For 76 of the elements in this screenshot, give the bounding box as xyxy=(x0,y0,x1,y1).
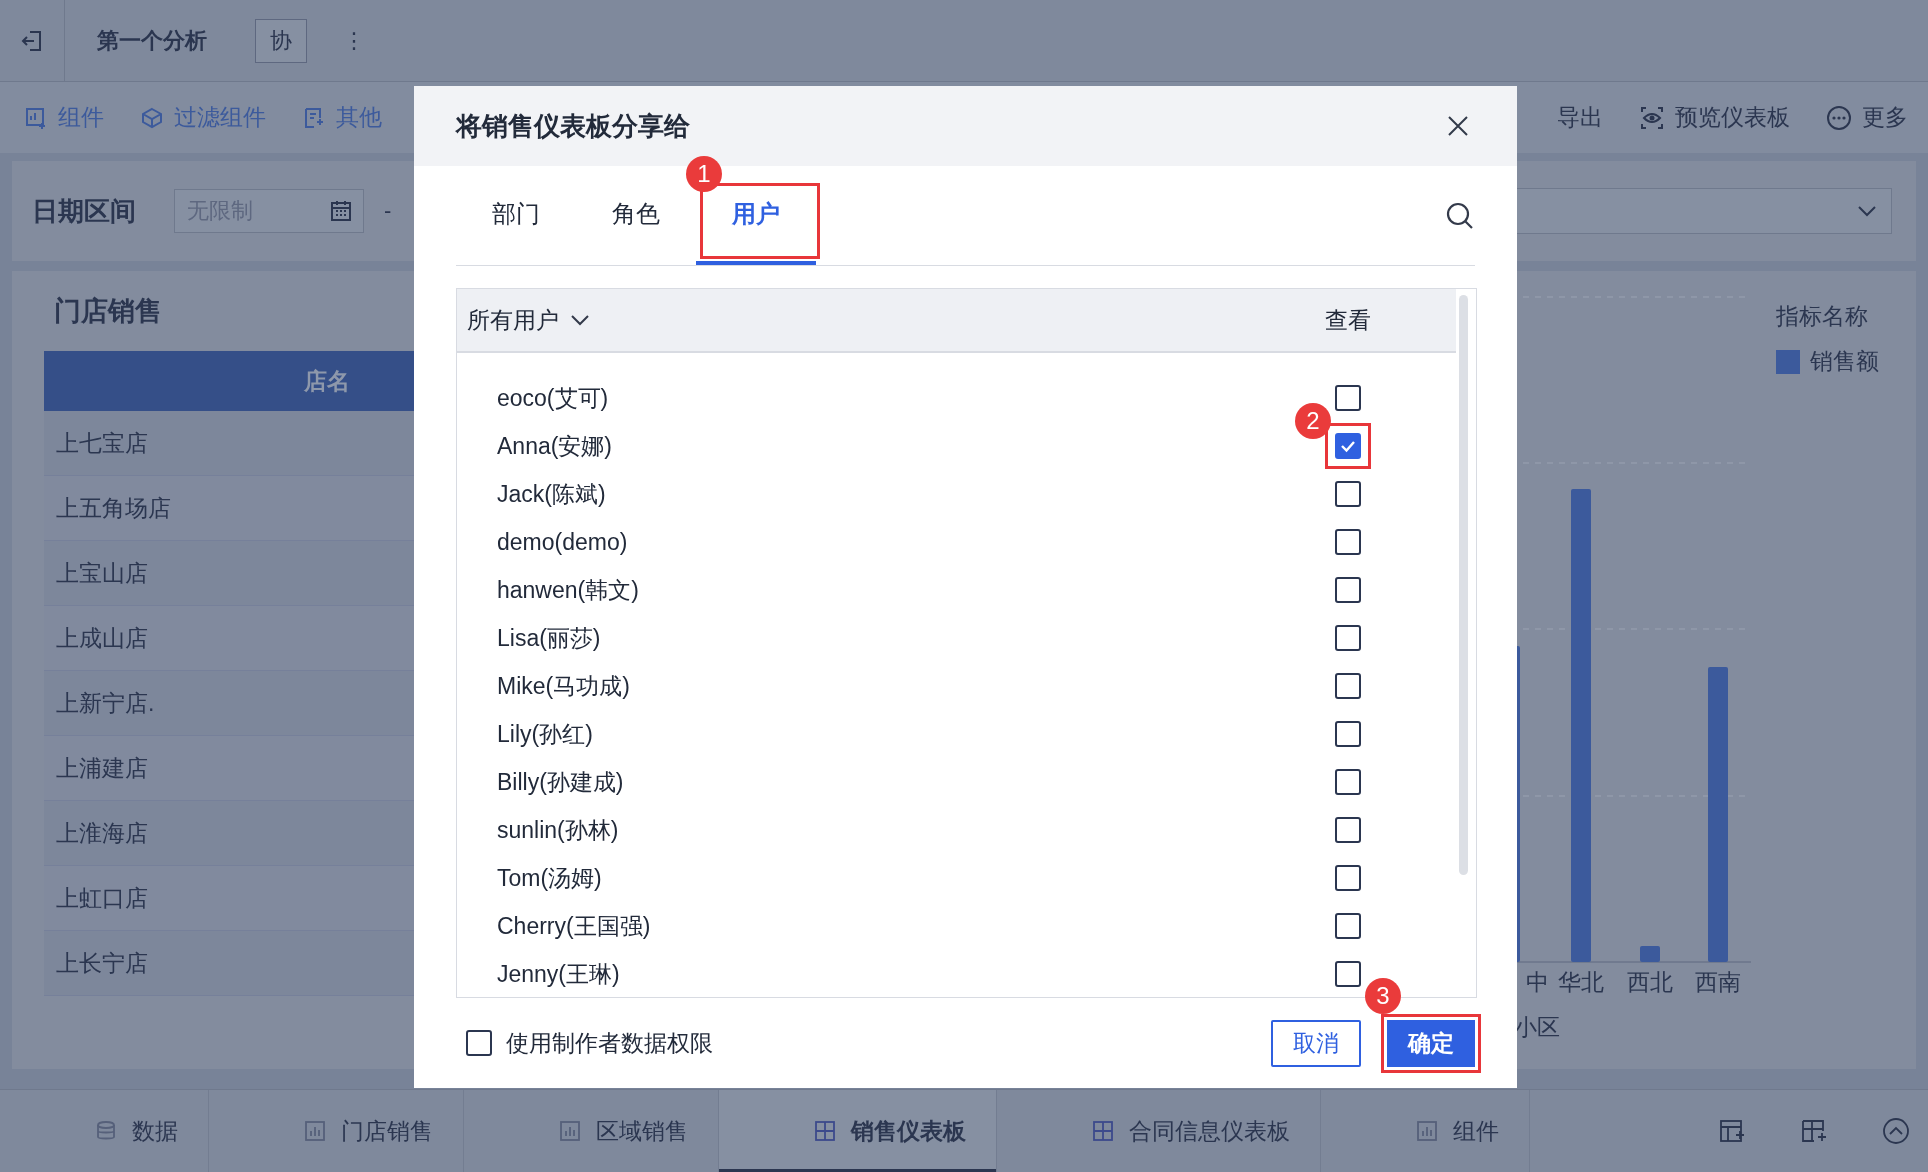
view-checkbox[interactable] xyxy=(1335,865,1361,891)
bar-chart-icon xyxy=(303,1119,327,1143)
exit-icon[interactable] xyxy=(20,28,44,53)
user-name: hanwen(韩文) xyxy=(496,575,640,605)
toolbar-button[interactable]: 预览仪表板 xyxy=(1639,102,1790,133)
user-name: Jack(陈斌) xyxy=(496,479,607,509)
range-separator: - xyxy=(384,198,392,224)
view-checkbox[interactable] xyxy=(1335,481,1361,507)
bar-chart-icon xyxy=(558,1119,582,1143)
dialog-tab[interactable]: 部门 xyxy=(456,166,576,265)
sheet-tab[interactable]: 门店销售 xyxy=(209,1090,464,1172)
view-checkbox[interactable] xyxy=(1335,385,1361,411)
legend-label: 销售额 xyxy=(1810,347,1879,376)
user-name: Mike(马功成) xyxy=(496,671,631,701)
add-widget-icon xyxy=(24,105,48,130)
permission-label: 使用制作者数据权限 xyxy=(506,1028,713,1058)
add-dashboard-icon[interactable] xyxy=(1718,1117,1746,1145)
view-checkbox[interactable] xyxy=(1335,433,1361,459)
search-icon[interactable] xyxy=(1445,200,1475,231)
view-checkbox[interactable] xyxy=(1335,721,1361,747)
step-badge: 3 xyxy=(1365,977,1401,1014)
view-checkbox[interactable] xyxy=(1335,913,1361,939)
cancel-button[interactable]: 取消 xyxy=(1271,1019,1361,1067)
user-name: Lisa(丽莎) xyxy=(496,623,602,653)
scrollbar[interactable] xyxy=(1459,295,1468,875)
analysis-title: 第一个分析 xyxy=(97,26,207,55)
legend-title: 指标名称 xyxy=(1776,302,1869,331)
more-icon xyxy=(1826,104,1852,131)
sheet-tab[interactable]: 组件 xyxy=(1321,1090,1530,1172)
user-name: sunlin(孙林) xyxy=(496,815,620,845)
close-icon[interactable] xyxy=(1447,115,1469,137)
view-checkbox[interactable] xyxy=(1335,817,1361,843)
view-checkbox[interactable] xyxy=(1335,961,1361,987)
cube-icon xyxy=(140,105,164,130)
dialog-title: 将销售仪表板分享给 xyxy=(456,109,690,143)
toolbar-button[interactable]: 组件 xyxy=(24,102,104,133)
view-checkbox[interactable] xyxy=(1335,673,1361,699)
user-name: Billy(孙建成) xyxy=(496,767,625,797)
dashboard-icon xyxy=(1091,1119,1115,1143)
sheet-tab[interactable]: 数据 xyxy=(0,1090,209,1172)
axis-label: 中 xyxy=(1525,969,1549,995)
dashboard-icon xyxy=(813,1119,837,1143)
user-name: Anna(安娜) xyxy=(496,431,614,461)
step-badge: 1 xyxy=(686,156,722,192)
user-name: Tom(汤姆) xyxy=(496,863,603,893)
confirm-button[interactable]: 确定 xyxy=(1387,1019,1475,1067)
user-filter-dropdown[interactable]: 所有用户 xyxy=(467,304,1303,336)
view-checkbox[interactable] xyxy=(1335,529,1361,555)
bar-chart-icon xyxy=(1415,1119,1439,1143)
document-icon xyxy=(302,105,326,130)
add-layout-icon[interactable] xyxy=(1800,1117,1828,1145)
user-name: Jenny(王琳) xyxy=(496,959,621,989)
bar xyxy=(1640,946,1660,962)
permission-checkbox[interactable] xyxy=(466,1030,492,1056)
axis-label: 西北 xyxy=(1627,969,1673,995)
view-checkbox[interactable] xyxy=(1335,577,1361,603)
sheet-tab[interactable]: 销售仪表板 xyxy=(719,1090,997,1172)
more-menu[interactable]: ⋮ xyxy=(343,27,365,54)
collapse-icon[interactable] xyxy=(1882,1117,1910,1145)
view-checkbox[interactable] xyxy=(1335,625,1361,651)
step-badge: 2 xyxy=(1295,403,1331,439)
toolbar-button[interactable]: 过滤组件 xyxy=(140,102,266,133)
preview-icon xyxy=(1639,104,1665,131)
toolbar-button[interactable]: 导出 xyxy=(1557,102,1603,133)
view-checkbox[interactable] xyxy=(1335,769,1361,795)
filter-label: 日期区间 xyxy=(32,194,136,228)
calendar-icon[interactable] xyxy=(329,199,353,223)
axis-label: 华北 xyxy=(1558,969,1604,995)
sheet-tab[interactable]: 合同信息仪表板 xyxy=(997,1090,1321,1172)
toolbar-button[interactable]: 其他 xyxy=(302,102,382,133)
panel-title: 门店销售 xyxy=(54,295,162,328)
column-header: 查看 xyxy=(1324,305,1372,335)
toolbar-button[interactable]: 更多 xyxy=(1826,102,1908,133)
user-name: eoco(艾可) xyxy=(496,383,610,413)
axis-label: 西南 xyxy=(1695,969,1741,995)
collab-tag[interactable]: 协 xyxy=(255,18,307,63)
